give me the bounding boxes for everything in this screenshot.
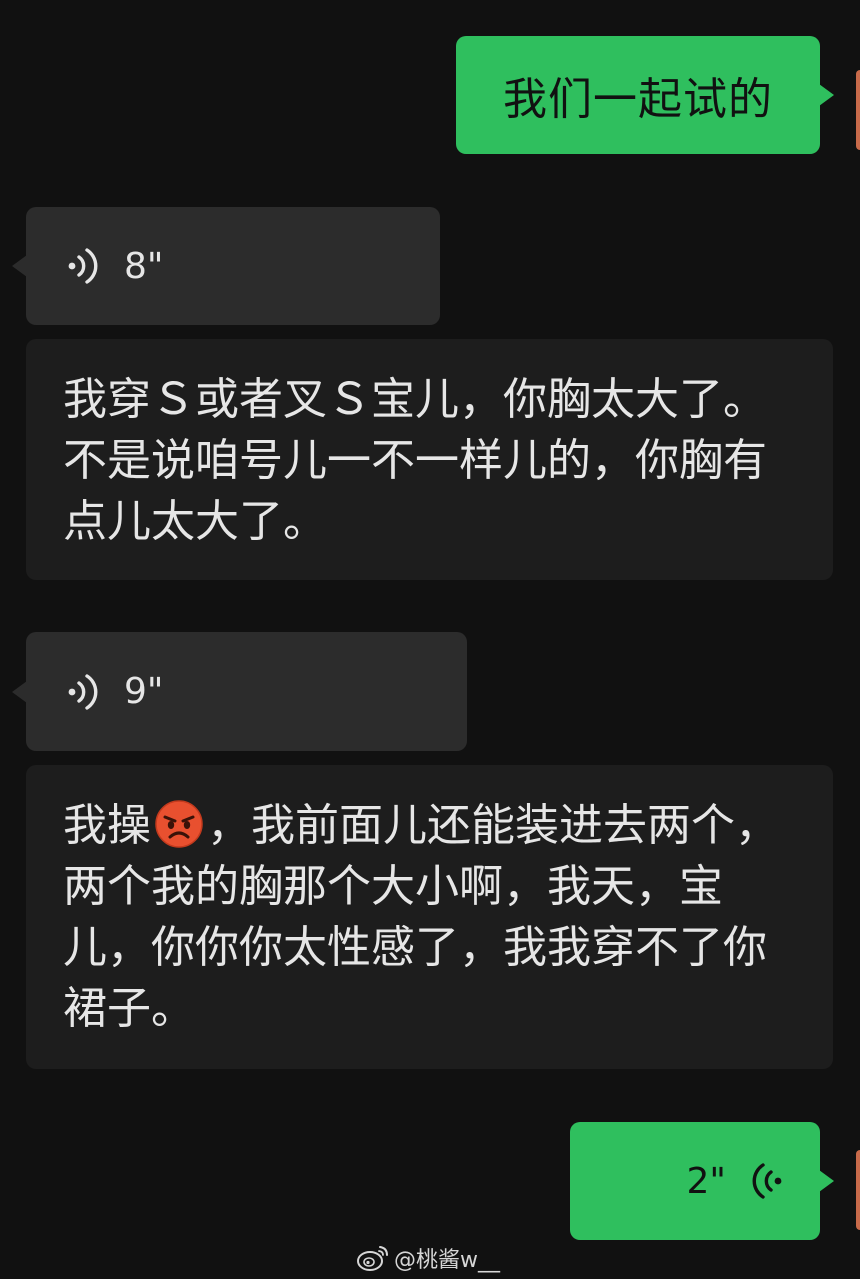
avatar[interactable]: [856, 70, 860, 150]
avatar[interactable]: [856, 1150, 860, 1230]
voice-duration: 8": [124, 245, 164, 287]
voice-duration: 9": [124, 671, 164, 712]
voice-wave-icon: [68, 248, 98, 284]
sent-text-message[interactable]: 我们一起试的: [456, 36, 834, 154]
transcript-text: 我穿Ｓ或者叉Ｓ宝儿，你胸太大了。不是说咱号儿一不一样儿的，你胸有点儿太大了。: [63, 374, 767, 547]
watermark-text: @桃酱w__: [394, 1248, 500, 1273]
sent-voice-message[interactable]: 2": [570, 1122, 834, 1240]
message-text: 我们一起试的: [503, 74, 773, 125]
weibo-icon: [357, 1246, 388, 1271]
voice-transcript: 我穿Ｓ或者叉Ｓ宝儿，你胸太大了。不是说咱号儿一不一样儿的，你胸有点儿太大了。: [26, 339, 833, 580]
transcript-text-start: 我操: [63, 800, 151, 851]
voice-wave-icon: [68, 673, 98, 710]
received-voice-message[interactable]: 8": [12, 207, 440, 325]
received-voice-message[interactable]: 9": [12, 632, 467, 751]
watermark: @桃酱w__: [356, 1240, 500, 1276]
angry-face-emoji-icon: [155, 800, 203, 848]
voice-transcript: 我操 ，我前面儿还能装进去两个，两个我的胸那个大小啊，我天，宝儿，你你你太性感了…: [26, 765, 833, 1069]
voice-wave-icon: [752, 1163, 782, 1199]
voice-duration: 2": [686, 1160, 726, 1202]
